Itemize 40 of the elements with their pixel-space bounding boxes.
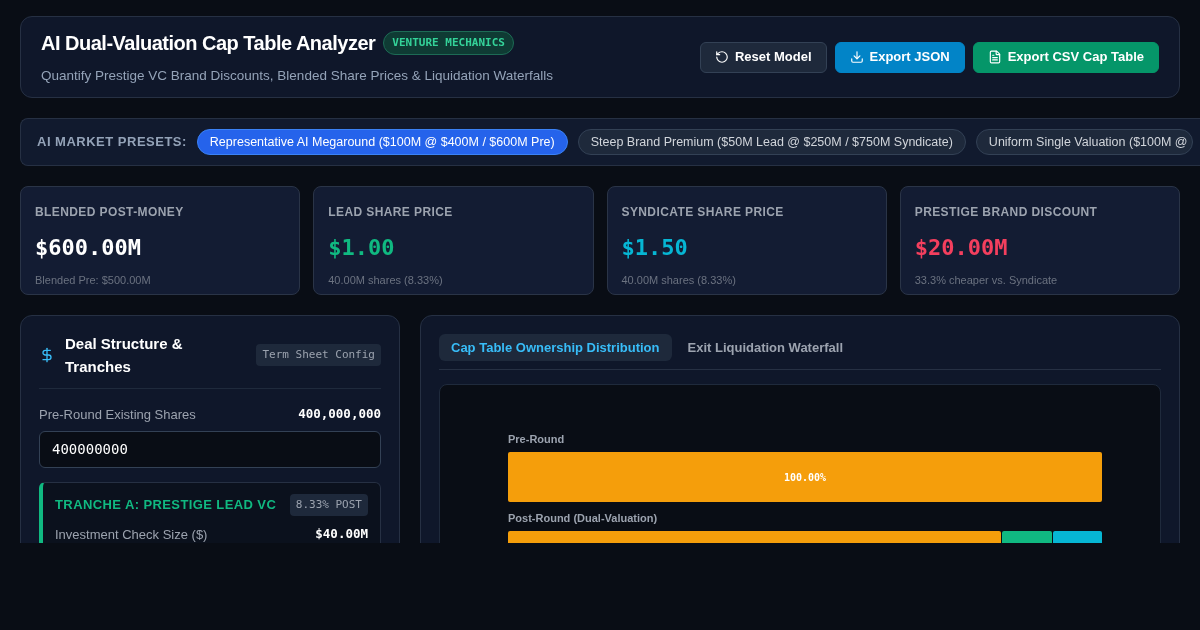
- stat-label: BLENDED POST-MONEY: [35, 204, 185, 221]
- subtitle: Quantify Prestige VC Brand Discounts, Blended Share Prices & Liquidation Waterfalls: [41, 66, 553, 85]
- stat-value: $600.00M: [35, 234, 142, 262]
- stat-note: 33.3% cheaper vs. Syndicate: [914, 273, 1059, 288]
- tag: VENTURE MECHANICS: [383, 30, 514, 56]
- download-icon: [849, 50, 864, 64]
- presets-label: AI MARKET PRESETS:: [37, 133, 187, 152]
- field-label: Pre-Round Existing Shares: [39, 406, 196, 424]
- export-button[interactable]: Export CSV Cap Table: [972, 41, 1159, 73]
- field-label: Investment Check Size ($): [55, 526, 208, 543]
- panel-title: Deal Structure & Tranches: [65, 334, 184, 377]
- tag: 8.33% POST: [289, 493, 368, 516]
- bar-label: Pre-Round: [508, 432, 566, 446]
- dollar-icon: [39, 347, 55, 363]
- preset-chip[interactable]: Steep Brand Premium ($50M Lead @ $250M / $750M Syndicate): [577, 129, 966, 155]
- export-button[interactable]: Export JSON: [834, 41, 965, 73]
- document-icon: [987, 50, 1002, 64]
- stat-value: $20.00M: [914, 234, 1009, 262]
- stat-label: SYNDICATE SHARE PRICE: [621, 204, 785, 221]
- bar-label: Post-Round (Dual-Valuation): [508, 511, 659, 525]
- reset-button[interactable]: Reset Model: [699, 41, 827, 73]
- field-reading: $40.00M: [315, 525, 368, 543]
- stat-value: $1.50: [621, 234, 689, 262]
- reset-icon: [714, 50, 729, 64]
- tab[interactable]: Exit Liquidation Waterfall: [675, 334, 856, 361]
- tranche-title: TRANCHE A: PRESTIGE LEAD VC: [55, 496, 277, 514]
- stat-note: 40.00M shares (8.33%): [328, 273, 444, 288]
- input-field[interactable]: 400000000: [39, 430, 381, 468]
- stat-label: LEAD SHARE PRICE: [328, 204, 454, 221]
- field-reading: 400,000,000: [298, 405, 381, 424]
- stat-note: Blended Pre: $500.00M: [35, 273, 152, 288]
- stat-value: $1.00: [328, 234, 396, 262]
- preset-chip[interactable]: Uniform Single Valuation ($100M @: [975, 129, 1193, 155]
- tag: Term Sheet Config: [256, 343, 381, 367]
- preset-chip[interactable]: Representative AI Megaround ($100M @ $400M / $600M Pre): [196, 129, 568, 155]
- app-title: AI Dual-Valuation Cap Table Analyzer: [41, 30, 376, 56]
- value-label: 100.00%: [783, 470, 827, 485]
- tab[interactable]: Cap Table Ownership Distribution: [439, 334, 672, 361]
- stat-note: 40.00M shares (8.33%): [621, 273, 737, 288]
- stat-label: PRESTIGE BRAND DISCOUNT: [914, 204, 1099, 221]
